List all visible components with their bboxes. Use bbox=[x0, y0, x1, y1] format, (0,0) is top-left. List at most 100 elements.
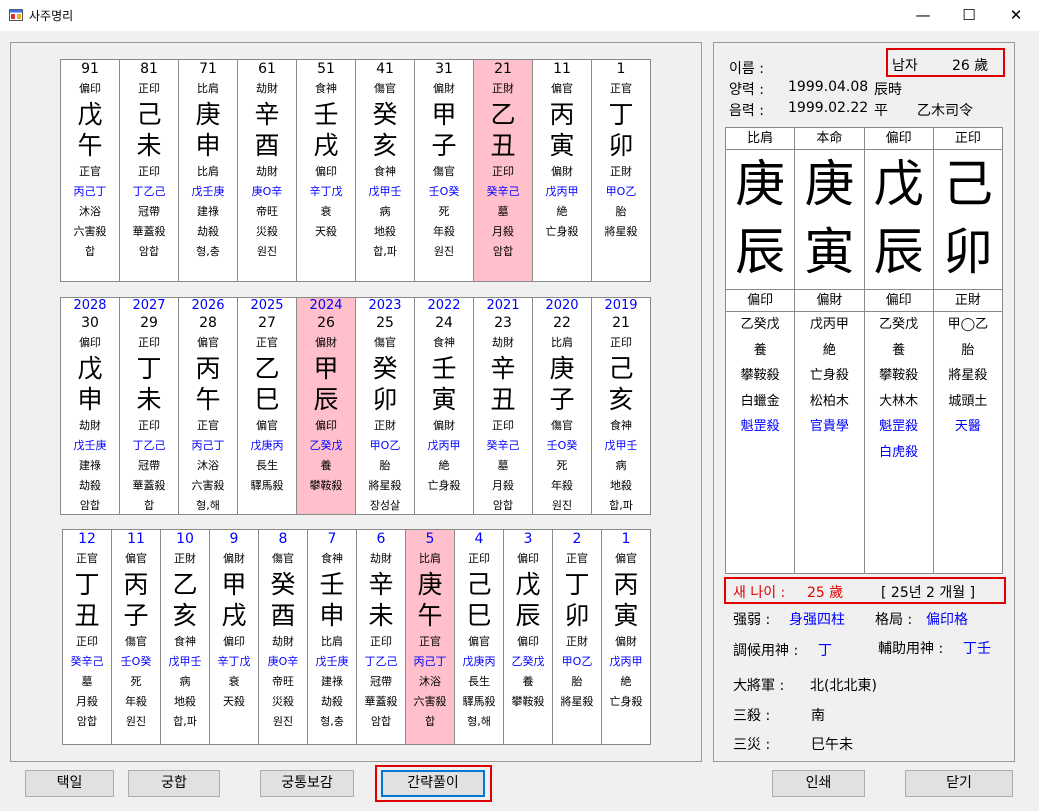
monthly-column[interactable]: 12 正官丁丑正印 癸辛己墓月殺 암합 bbox=[63, 530, 112, 744]
sinsal: 天殺 bbox=[223, 695, 245, 708]
daewoon-column[interactable]: 81 正印己未正印 丁乙己 冠帶 華蓋殺 암합 bbox=[120, 60, 179, 281]
daewoon-column[interactable]: 1 正官丁卯正財 甲O乙胎將星殺 bbox=[592, 60, 650, 281]
branch-ten-god: 正印 bbox=[492, 165, 514, 178]
pillar-detail-column: 偏印 乙癸戊養攀鞍殺 白蠟金 魁罡殺 bbox=[726, 290, 796, 573]
branch-ten-god: 劫財 bbox=[79, 419, 101, 432]
number-label: 30 bbox=[81, 315, 99, 331]
heavenly-stem: 辛 bbox=[490, 354, 516, 383]
taekil-button[interactable]: 택일 bbox=[25, 770, 114, 797]
gungtong-button[interactable]: 궁통보감 bbox=[260, 770, 354, 797]
branch-ten-god: 食神 bbox=[610, 419, 632, 432]
sinsal: 災殺 bbox=[272, 695, 294, 708]
stem-ten-god: 比肩 bbox=[419, 552, 441, 565]
year-label: 2019 bbox=[604, 298, 638, 313]
sinsal: 將星殺 bbox=[604, 225, 638, 238]
minimize-icon: — bbox=[915, 6, 931, 24]
pillar-napeum: 松柏木 bbox=[809, 393, 849, 409]
bojo-label: 輔助用神 : bbox=[878, 641, 944, 657]
life-stage: 建祿 bbox=[79, 459, 101, 472]
yearly-column[interactable]: 2024 26 偏財甲辰偏印 乙癸戊養攀鞍殺 bbox=[297, 298, 356, 514]
pillar-life-stage: 絶 bbox=[822, 342, 836, 358]
age-number: 71 bbox=[199, 61, 217, 77]
minimize-button[interactable]: — bbox=[900, 0, 946, 31]
monthly-column[interactable]: 9 偏財甲戌偏印 辛丁戊衰天殺 bbox=[210, 530, 259, 744]
daewoon-grid: 91 偏印戊午正官 丙己丁 沐浴 六害殺 합 81 正印己未正印 丁乙己 冠帶 華蓋殺 암합 71 比肩庚… bbox=[60, 59, 651, 282]
monthly-column[interactable]: 1 偏官丙寅偏財 戊丙甲絶亡身殺 bbox=[602, 530, 650, 744]
life-stage: 病 bbox=[179, 675, 191, 688]
solar-date: 1999.04.08 bbox=[788, 79, 869, 95]
earthly-branch: 辰 bbox=[313, 385, 339, 414]
pillar-stem: 庚 bbox=[804, 155, 855, 213]
yearly-column[interactable]: 2021 23 劫財辛丑正印 癸辛己墓月殺 암합 bbox=[474, 298, 533, 514]
pillar-napeum: 白蠟金 bbox=[740, 393, 780, 409]
heavenly-stem: 丁 bbox=[608, 100, 634, 129]
pillar-branch-ten-god: 偏財 bbox=[795, 290, 864, 312]
pillar-stem: 庚 bbox=[735, 155, 786, 213]
yearly-column[interactable]: 2023 25 傷官癸卯正財 甲O乙胎將星殺 장성살 bbox=[356, 298, 415, 514]
maximize-button[interactable]: ☐ bbox=[946, 0, 992, 31]
yearly-column[interactable]: 2022 24 食神壬寅偏財 戊丙甲絶亡身殺 bbox=[415, 298, 474, 514]
branch-ten-god: 正印 bbox=[76, 635, 98, 648]
pillar-stem: 戊 bbox=[873, 155, 924, 213]
life-stage: 養 bbox=[320, 459, 332, 472]
relation: 암합 bbox=[76, 715, 98, 728]
yearly-column[interactable]: 2027 29 正印丁未正印 丁乙己 冠帶 華蓋殺 합 bbox=[120, 298, 179, 514]
number-label: 22 bbox=[553, 315, 571, 331]
year-label: 2026 bbox=[191, 298, 225, 313]
solar-time: 辰時 bbox=[874, 82, 902, 98]
monthly-column[interactable]: 11 偏官丙子傷官 壬O癸死年殺 원진 bbox=[112, 530, 161, 744]
relation: 암합 bbox=[138, 245, 160, 258]
number-label: 24 bbox=[435, 315, 453, 331]
heavenly-stem: 丁 bbox=[74, 570, 100, 599]
relation: 형,해 bbox=[196, 499, 220, 512]
print-button[interactable]: 인쇄 bbox=[772, 770, 865, 797]
heavenly-stem: 己 bbox=[466, 570, 492, 599]
stem-ten-god: 傷官 bbox=[374, 82, 396, 95]
daewoon-column[interactable]: 71 比肩庚申比肩 戊壬庚 建祿 劫殺 형,충 bbox=[179, 60, 238, 281]
monthly-column[interactable]: 7 食神壬申比肩 戊壬庚 建祿 劫殺 형,충 bbox=[308, 530, 357, 744]
monthly-column[interactable]: 5 比肩庚午正官 丙己丁 沐浴 六害殺 합 bbox=[406, 530, 455, 744]
close-button[interactable]: 닫기 bbox=[905, 770, 1013, 797]
life-stage: 死 bbox=[130, 675, 142, 688]
sinsal: 地殺 bbox=[174, 695, 196, 708]
daewoon-column[interactable]: 21 正財乙丑正印 癸辛己墓月殺 암합 bbox=[474, 60, 533, 281]
gunghap-button[interactable]: 궁합 bbox=[128, 770, 220, 797]
daewoon-column[interactable]: 61 劫財辛酉劫財 庚O辛 帝旺 災殺 원진 bbox=[238, 60, 297, 281]
yearly-column[interactable]: 2025 27 正官乙巳偏官 戊庚丙 長生 驛馬殺 bbox=[238, 298, 297, 514]
yearly-column[interactable]: 2028 30 偏印戊申劫財 戊壬庚 建祿 劫殺 암합 bbox=[61, 298, 120, 514]
hidden-stems: 甲O乙 bbox=[605, 185, 637, 198]
monthly-column[interactable]: 8 傷官癸酉劫財 庚O辛 帝旺 災殺 원진 bbox=[259, 530, 308, 744]
monthly-column[interactable]: 10 正財乙亥食神 戊甲壬病地殺 합,파 bbox=[161, 530, 210, 744]
earthly-branch: 子 bbox=[123, 601, 149, 630]
daewoon-column[interactable]: 41 傷官癸亥食神 戊甲壬病地殺 합,파 bbox=[356, 60, 415, 281]
hidden-stems: 丙己丁 bbox=[413, 655, 447, 668]
earthly-branch: 寅 bbox=[613, 601, 639, 630]
number-label: 11 bbox=[127, 531, 145, 547]
yearly-column[interactable]: 2019 21 正印己亥食神 戊甲壬病地殺 합,파 bbox=[592, 298, 650, 514]
life-stage: 沐浴 bbox=[79, 205, 101, 218]
life-stage: 絶 bbox=[438, 459, 450, 472]
yearly-column[interactable]: 2026 28 偏官丙午正官 丙己丁 沐浴 六害殺 형,해 bbox=[179, 298, 238, 514]
heavenly-stem: 乙 bbox=[254, 354, 280, 383]
daewoon-column[interactable]: 11 偏官丙寅偏財 戊丙甲絶亡身殺 bbox=[533, 60, 592, 281]
monthly-column[interactable]: 4 正印己巳偏官 戊庚丙 長生 驛馬殺 형,해 bbox=[455, 530, 504, 744]
monthly-column[interactable]: 2 正官丁卯正財 甲O乙胎將星殺 bbox=[553, 530, 602, 744]
heavenly-stem: 癸 bbox=[270, 570, 296, 599]
monthly-column[interactable]: 6 劫財辛未正印 丁乙己 冠帶 華蓋殺 암합 bbox=[357, 530, 406, 744]
relation: 형,충 bbox=[196, 245, 220, 258]
pillar-branch: 卯 bbox=[942, 223, 993, 281]
sinsal: 將星殺 bbox=[368, 479, 402, 492]
ganrak-button[interactable]: 간략풀이 bbox=[381, 770, 485, 797]
daewoon-column[interactable]: 51 食神壬戌偏印 辛丁戊衰天殺 bbox=[297, 60, 356, 281]
close-window-button[interactable]: ✕ bbox=[993, 0, 1039, 31]
daewoon-column[interactable]: 91 偏印戊午正官 丙己丁 沐浴 六害殺 합 bbox=[61, 60, 120, 281]
yearly-column[interactable]: 2020 22 比肩庚子傷官 壬O癸死年殺 원진 bbox=[533, 298, 592, 514]
daewoon-column[interactable]: 31 偏財甲子傷官 壬O癸死年殺 원진 bbox=[415, 60, 474, 281]
number-label: 26 bbox=[317, 315, 335, 331]
monthly-column[interactable]: 3 偏印戊辰偏印 乙癸戊養攀鞍殺 bbox=[504, 530, 553, 744]
stem-ten-god: 食神 bbox=[315, 82, 337, 95]
earthly-branch: 申 bbox=[195, 131, 221, 160]
relation: 합,파 bbox=[609, 499, 633, 512]
hidden-stems: 戊甲壬 bbox=[604, 439, 638, 452]
stem-ten-god: 偏官 bbox=[125, 552, 147, 565]
